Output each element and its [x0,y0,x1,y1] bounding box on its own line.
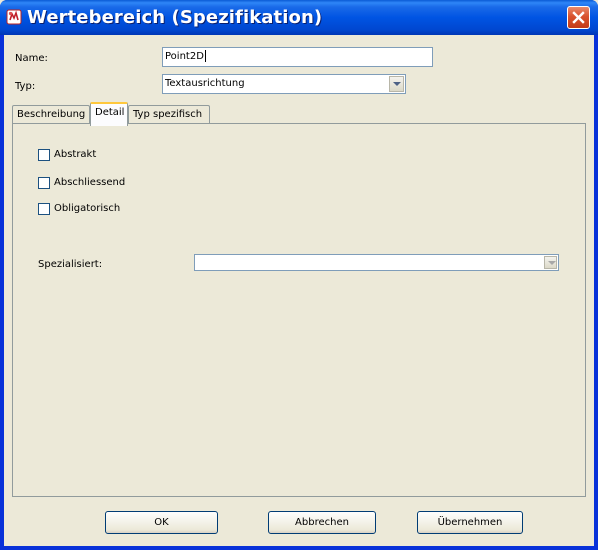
title-bar[interactable]: Wertebereich (Spezifikation) [0,0,598,35]
name-label: Name: [15,53,48,64]
tab-detail[interactable]: Detail [90,102,128,126]
ok-label: OK [154,517,169,528]
apply-label: Übernehmen [437,517,503,528]
tab-label: Detail [95,107,125,118]
tab-typ-spezifisch[interactable]: Typ spezifisch [128,105,210,125]
spezialisiert-label: Spezialisiert: [38,259,103,270]
typ-label: Typ: [15,81,36,92]
text-caret [204,50,206,62]
close-button[interactable] [567,6,590,29]
chevron-down-icon[interactable] [389,76,404,92]
spezialisiert-dropdown[interactable] [194,254,559,271]
abschliessend-checkbox[interactable] [38,177,50,189]
window-title: Wertebereich (Spezifikation) [27,7,323,28]
detail-panel: Abstrakt Abschliessend Obligatorisch Spe… [12,123,586,497]
typ-value: Textausrichtung [165,78,245,89]
tab-beschreibung[interactable]: Beschreibung [12,105,90,125]
obligatorisch-checkbox[interactable] [38,203,50,215]
obligatorisch-label: Obligatorisch [54,203,121,214]
tab-label: Beschreibung [17,109,86,120]
app-icon [6,9,22,25]
dialog-body: Name: Point2D Typ: Textausrichtung Besch… [4,35,594,546]
typ-dropdown[interactable]: Textausrichtung [162,74,406,94]
abstrakt-label: Abstrakt [54,149,97,160]
tab-label: Typ spezifisch [133,109,203,120]
dialog-window: Wertebereich (Spezifikation) Name: Point… [0,0,598,550]
close-icon [572,11,585,24]
abschliessend-label: Abschliessend [54,177,126,188]
cancel-label: Abbrechen [295,517,349,528]
chevron-down-icon[interactable] [544,256,557,269]
ok-button[interactable]: OK [105,511,218,534]
abstrakt-checkbox[interactable] [38,149,50,161]
name-field[interactable]: Point2D [162,47,433,67]
apply-button[interactable]: Übernehmen [417,511,523,534]
cancel-button[interactable]: Abbrechen [268,511,376,534]
name-value: Point2D [165,51,204,62]
